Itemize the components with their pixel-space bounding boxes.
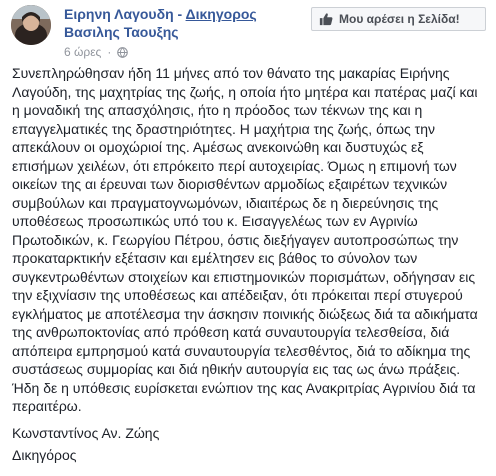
post-header: Ειρηνη Λαγουδη - Δικηγορος Βασιλης Ταουξ… [0,0,496,62]
thumbs-up-icon [319,13,333,26]
like-page-button[interactable]: Μου αρέσει η Σελίδα! [311,7,486,31]
dot-separator: · [107,45,112,59]
author-separator: - [173,6,186,22]
like-page-label: Μου αρέσει η Σελίδα! [339,12,460,26]
author-second-line-link[interactable]: Βασιλης Ταουξης [64,24,179,40]
post-meta: 6 ώρες · [64,45,129,59]
signature-name: Κωνσταντίνος Αν. Ζώης [12,424,160,441]
post-time-link[interactable]: 6 ώρες [64,45,101,59]
author-line: Ειρηνη Λαγουδη - Δικηγορος [64,6,257,22]
globe-icon[interactable] [117,46,129,58]
author-name-link[interactable]: Ειρηνη Λαγουδη [64,6,174,22]
post-body: Συνεπληρώθησαν ήδη 11 μήνες από τον θάνα… [12,64,490,465]
author-role-link[interactable]: Δικηγορος [186,6,257,22]
post-paragraph: Συνεπληρώθησαν ήδη 11 μήνες από τον θάνα… [12,65,478,414]
author-avatar[interactable] [11,5,51,45]
signature-title: Δικηγόρος [12,447,77,463]
avatar-photo [11,5,51,45]
